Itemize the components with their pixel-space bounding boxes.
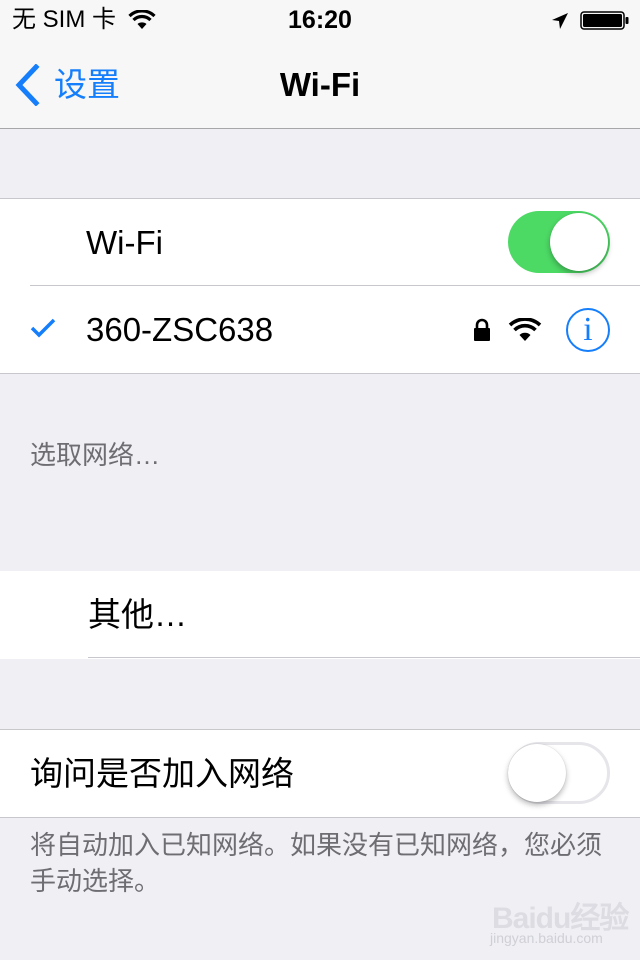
network-name: 360-ZSC638 bbox=[86, 311, 274, 348]
battery-icon bbox=[580, 11, 629, 30]
wifi-settings-group: Wi-Fi 360-ZSC638 bbox=[0, 198, 640, 374]
toggle-knob bbox=[508, 744, 566, 802]
ask-join-row: 询问是否加入网络 bbox=[0, 730, 640, 817]
ask-join-footer: 将自动加入已知网络。如果没有已知网络，您必须手动选择。 bbox=[30, 830, 603, 896]
clock: 16:20 bbox=[288, 6, 352, 34]
other-network-group: 其他… bbox=[0, 571, 640, 659]
wifi-toggle-row: Wi-Fi bbox=[0, 199, 640, 286]
wifi-strength-icon bbox=[508, 318, 542, 341]
page-title: Wi-Fi bbox=[279, 66, 361, 103]
other-network-label: 其他… bbox=[88, 596, 187, 633]
connected-network-row[interactable]: 360-ZSC638 bbox=[0, 286, 640, 373]
ask-join-toggle[interactable] bbox=[508, 742, 610, 804]
ask-join-group: 询问是否加入网络 bbox=[0, 729, 640, 818]
checkmark-icon bbox=[30, 318, 56, 338]
wifi-toggle[interactable] bbox=[508, 211, 610, 273]
choose-network-header: 选取网络… bbox=[30, 440, 161, 470]
row-separator bbox=[88, 657, 640, 658]
location-arrow-icon bbox=[552, 13, 568, 29]
watermark-url: jingyan.baidu.com bbox=[490, 930, 603, 946]
lock-icon bbox=[474, 318, 490, 341]
ask-join-label: 询问是否加入网络 bbox=[30, 755, 294, 792]
other-network-row[interactable]: 其他… bbox=[0, 571, 640, 658]
wifi-label: Wi-Fi bbox=[86, 224, 163, 261]
status-bar: 无 SIM 卡 16:20 bbox=[0, 0, 640, 40]
info-button[interactable]: i bbox=[566, 308, 610, 352]
navigation-bar: 设置 Wi-Fi bbox=[0, 40, 640, 129]
toggle-knob bbox=[550, 213, 608, 271]
